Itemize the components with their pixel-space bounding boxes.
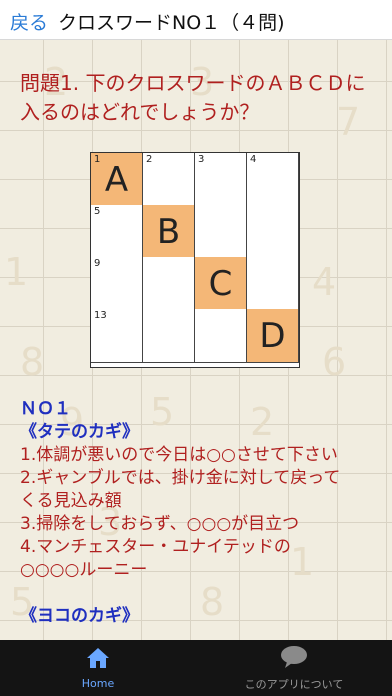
cell-letter	[91, 257, 142, 310]
tab-home[interactable]: Home	[0, 640, 196, 696]
tab-about-label: このアプリについて	[244, 677, 344, 691]
grid-cell	[143, 257, 195, 311]
cell-letter	[143, 309, 194, 362]
cell-letter: D	[259, 315, 286, 356]
cell-letter	[247, 205, 298, 258]
top-navigation-bar: 戻る クロスワードNO１（４問)	[0, 0, 392, 40]
cell-letter	[143, 153, 194, 206]
grid-cell	[247, 205, 299, 259]
answer-cell: B	[143, 205, 195, 259]
tate-clue-line: 3.掃除をしておらず、○○○が目立つ	[20, 514, 300, 534]
tate-clue-line: 1.体調が悪いので今日は○○させて下さい	[20, 445, 338, 465]
cell-letter: B	[156, 211, 181, 252]
answer-cell: 1A	[91, 153, 143, 207]
back-button[interactable]: 戻る	[10, 8, 48, 35]
answer-cell: D	[247, 309, 299, 363]
tate-clue-line: くる見込み額	[20, 491, 122, 511]
cell-letter	[195, 205, 246, 258]
cell-letter	[91, 309, 142, 362]
tab-home-label: Home	[81, 677, 115, 690]
grid-cell: 9	[91, 257, 143, 311]
cell-letter	[91, 205, 142, 258]
yoko-clues-header: 《ヨコのカギ》	[20, 606, 139, 626]
tate-clue-line: 2.ギャンブルでは、掛け金に対して戻って	[20, 468, 341, 488]
tab-about[interactable]: このアプリについて	[196, 640, 392, 696]
question-text: 問題1. 下のクロスワードのＡＢＣＤに入るのはどれでしょうか？	[20, 71, 366, 124]
cell-letter: A	[104, 159, 129, 200]
tate-clue-line: ○○○○ルーニー	[20, 560, 148, 580]
grid-cell: 4	[247, 153, 299, 207]
tab-bar: Home このアプリについて	[0, 640, 392, 696]
tate-clues-header: 《タテのカギ》	[20, 422, 139, 442]
crossword-grid: 1 A 2 3 4 5 B 9 C 13 D	[90, 152, 300, 368]
grid-cell	[247, 257, 299, 311]
grid-cell	[195, 205, 247, 259]
chat-bubble-icon	[279, 645, 309, 673]
grid-cell: 3	[195, 153, 247, 207]
grid-cell: 13	[91, 309, 143, 363]
home-icon	[85, 646, 111, 674]
cell-letter	[143, 257, 194, 310]
cell-letter	[195, 153, 246, 206]
page-title: クロスワードNO１（４問)	[58, 12, 285, 34]
cell-letter	[247, 153, 298, 206]
answer-cell: C	[195, 257, 247, 311]
puzzle-title: ＮＯ１	[20, 399, 71, 419]
clues-panel: ＮＯ１ 《タテのカギ》 1.体調が悪いので今日は○○させて下さい 2.ギャンブル…	[20, 398, 380, 628]
cell-letter: C	[208, 263, 233, 304]
grid-cell: 5	[91, 205, 143, 259]
tate-clue-line: 4.マンチェスター・ユナイテッドの	[20, 537, 291, 557]
grid-cell	[195, 309, 247, 363]
grid-cell: 2	[143, 153, 195, 207]
cell-letter	[195, 309, 246, 362]
grid-cell	[143, 309, 195, 363]
cell-letter	[247, 257, 298, 310]
